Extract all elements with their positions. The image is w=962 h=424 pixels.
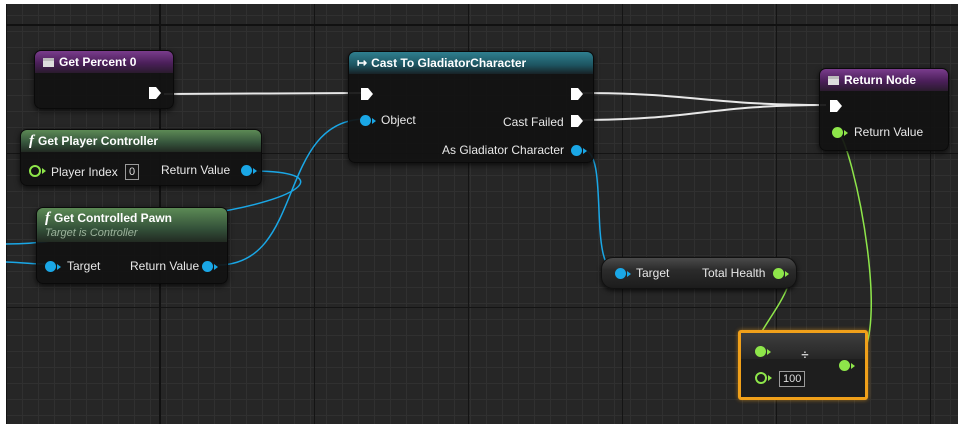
return-value-pin[interactable] xyxy=(832,127,843,138)
return-value-label: Return Value xyxy=(130,259,200,273)
total-health-pin[interactable] xyxy=(773,268,784,279)
divisor-field[interactable]: 100 xyxy=(779,371,806,387)
target-pin[interactable] xyxy=(615,268,626,279)
pin-arrow xyxy=(583,148,587,154)
cast-header: ↦ Cast To GladiatorCharacter xyxy=(349,52,593,74)
get-percent-header: Get Percent 0 xyxy=(35,51,173,73)
function-entry-icon xyxy=(43,58,54,67)
exec-wire-entry-to-cast xyxy=(163,92,362,95)
result-pin[interactable] xyxy=(839,360,850,371)
return-icon xyxy=(828,76,839,85)
divide-operator-icon: ÷ xyxy=(801,347,809,362)
object-label: Object xyxy=(381,113,416,127)
total-health-node[interactable]: Target Total Health xyxy=(601,257,797,289)
get-player-controller-header: f Get Player Controller xyxy=(21,130,261,152)
cast-icon: ↦ xyxy=(357,56,368,70)
divide-node[interactable]: ÷ 100 xyxy=(738,330,868,400)
node-title: Return Node xyxy=(844,73,916,87)
object-wire-cast-to-target xyxy=(582,149,619,273)
node-title: Get Controlled Pawn xyxy=(54,211,173,225)
get-controlled-pawn-header: f Get Controlled Pawn Target is Controller xyxy=(37,208,227,242)
get-percent-node[interactable]: Get Percent 0 xyxy=(34,50,174,109)
node-title: Cast To GladiatorCharacter xyxy=(371,56,527,70)
exec-wire-cast-success-to-return xyxy=(578,92,827,106)
cast-node[interactable]: ↦ Cast To GladiatorCharacter Object Cast … xyxy=(348,51,594,163)
return-value-label: Return Value xyxy=(161,163,231,177)
as-gladiator-label: As Gladiator Character xyxy=(442,143,565,157)
pin-arrow xyxy=(768,375,772,381)
return-value-pin[interactable] xyxy=(202,261,213,272)
pin-arrow xyxy=(253,168,257,174)
pin-arrow xyxy=(57,264,61,270)
node-title: Get Player Controller xyxy=(38,134,159,148)
pin-arrow xyxy=(372,118,376,124)
cast-failed-label: Cast Failed xyxy=(503,115,564,129)
object-pin[interactable] xyxy=(360,115,371,126)
total-health-label: Total Health xyxy=(702,266,766,280)
target-pin[interactable] xyxy=(45,261,56,272)
pin-arrow xyxy=(767,349,771,355)
player-index-field[interactable]: 0 xyxy=(125,164,140,180)
return-node[interactable]: Return Node Return Value xyxy=(819,68,949,151)
return-value-pin[interactable] xyxy=(241,165,252,176)
pin-arrow xyxy=(785,271,789,277)
as-gladiator-pin[interactable] xyxy=(571,145,582,156)
get-controlled-pawn-node[interactable]: f Get Controlled Pawn Target is Controller… xyxy=(36,207,228,284)
pin-arrow xyxy=(214,264,218,270)
get-player-controller-node[interactable]: f Get Player Controller Player Index 0 Re… xyxy=(20,129,262,186)
divisor-pin-icon[interactable] xyxy=(755,372,767,384)
pin-arrow xyxy=(627,271,631,277)
return-value-label: Return Value xyxy=(854,125,924,139)
node-subtitle: Target is Controller xyxy=(45,227,138,239)
target-label: Target xyxy=(67,259,101,273)
blueprint-graph-canvas[interactable]: Get Percent 0 f Get Player Controller Pla… xyxy=(6,4,958,424)
exec-wire-cast-failed-to-return xyxy=(578,104,827,121)
return-node-header: Return Node xyxy=(820,69,948,91)
function-icon: f xyxy=(45,210,50,226)
dividend-pin[interactable] xyxy=(755,346,766,357)
pin-arrow xyxy=(851,363,855,369)
player-index-label: Player Index xyxy=(51,165,118,179)
target-label: Target xyxy=(636,266,670,280)
pin-arrow xyxy=(42,168,46,174)
function-icon: f xyxy=(29,133,34,149)
int-pin-icon[interactable] xyxy=(29,165,41,177)
node-title: Get Percent 0 xyxy=(59,55,137,69)
pin-arrow xyxy=(844,130,848,136)
